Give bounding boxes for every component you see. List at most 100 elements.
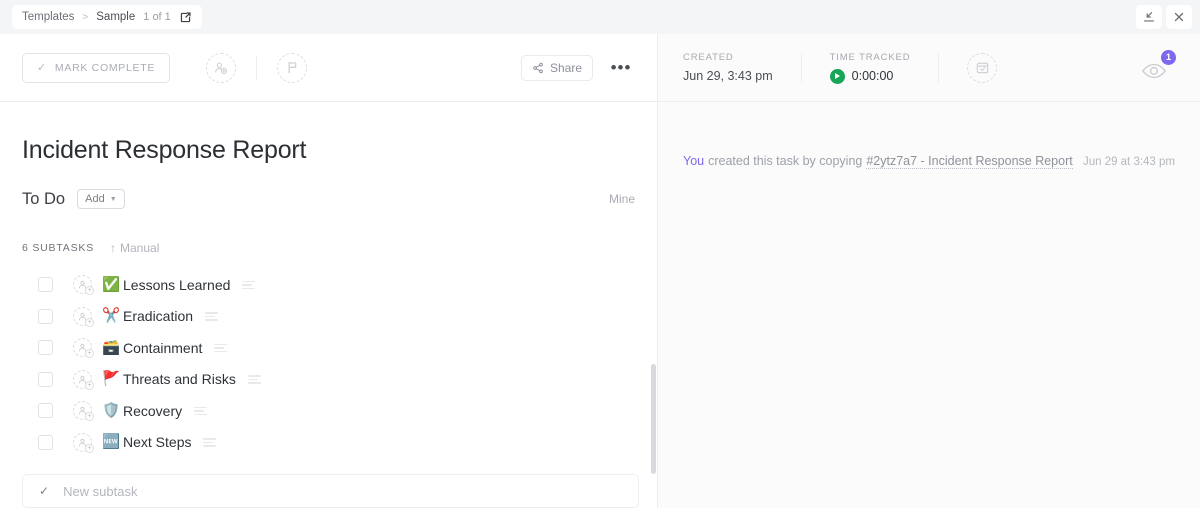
plus-icon: + — [85, 349, 94, 358]
meta-divider — [801, 53, 802, 83]
description-icon[interactable] — [248, 375, 261, 384]
external-link-icon[interactable] — [179, 11, 192, 24]
add-assignee-icon[interactable]: + — [73, 275, 92, 294]
page-title: Incident Response Report — [22, 136, 635, 165]
time-tracked-label: TIME TRACKED — [830, 52, 911, 63]
watchers-button[interactable]: 1 — [1139, 52, 1175, 84]
activity-item: You created this task by copying #2ytz7a… — [683, 154, 1175, 169]
activity-timestamp: Jun 29 at 3:43 pm — [1083, 156, 1175, 168]
task-body: Incident Response Report To Do Add ▼ Min… — [0, 102, 657, 508]
close-icon[interactable] — [1166, 5, 1192, 29]
more-options-icon[interactable]: ••• — [607, 55, 635, 81]
add-assignee-icon[interactable]: + — [73, 401, 92, 420]
chevron-down-icon: ▼ — [110, 196, 117, 203]
calendar-icon[interactable] — [967, 53, 997, 83]
window-controls — [1136, 5, 1194, 29]
task-detail-window: Templates > Sample 1 of 1 — [0, 0, 1200, 508]
subtask-checkbox[interactable] — [38, 435, 53, 450]
task-status[interactable]: To Do — [22, 190, 65, 209]
subtask-checkbox[interactable] — [38, 340, 53, 355]
watchers-badge: 1 — [1161, 50, 1176, 65]
time-tracked-block: TIME TRACKED 0:00:00 — [830, 52, 939, 84]
new-subtask-placeholder: New subtask — [63, 484, 137, 499]
check-icon: ✓ — [39, 484, 49, 498]
plus-icon: + — [85, 381, 94, 390]
breadcrumb-separator: > — [82, 12, 88, 23]
subtask-list: + ✅ Lessons Learned + ✂️ Eradication + 🗃️ Contai… — [22, 269, 635, 458]
plus-icon: + — [85, 444, 94, 453]
subtask-row[interactable]: + 🚩 Threats and Risks — [22, 364, 635, 396]
vertical-scrollbar[interactable] — [651, 364, 656, 474]
add-assignee-icon[interactable] — [206, 53, 236, 83]
subtasks-sort-button[interactable]: ↑ Manual — [110, 241, 159, 255]
share-button[interactable]: Share — [521, 55, 593, 81]
flag-icon[interactable] — [277, 53, 307, 83]
window-topbar: Templates > Sample 1 of 1 — [0, 0, 1200, 34]
add-assignee-icon[interactable]: + — [73, 370, 92, 389]
plus-icon: + — [85, 412, 94, 421]
subtask-row[interactable]: + 🛡️ Recovery — [22, 395, 635, 427]
activity-text: created this task by copying — [708, 154, 862, 168]
add-assignee-icon[interactable]: + — [73, 307, 92, 326]
description-icon[interactable] — [203, 438, 216, 447]
subtask-row[interactable]: + ✅ Lessons Learned — [22, 269, 635, 301]
description-icon[interactable] — [194, 407, 207, 416]
plus-icon: + — [85, 318, 94, 327]
status-row: To Do Add ▼ Mine — [22, 189, 635, 209]
created-block: CREATED Jun 29, 3:43 pm — [683, 52, 801, 83]
breadcrumb[interactable]: Templates > Sample 1 of 1 — [12, 5, 202, 29]
subtask-emoji: ✅ — [102, 278, 118, 293]
mark-complete-button[interactable]: ✓ MARK COMPLETE — [22, 53, 170, 83]
subtask-row[interactable]: + ✂️ Eradication — [22, 301, 635, 333]
subtask-checkbox[interactable] — [38, 309, 53, 324]
toolbar-divider — [256, 56, 257, 80]
created-label: CREATED — [683, 52, 773, 63]
sort-arrow-icon: ↑ — [110, 241, 116, 255]
activity-body: You created this task by copying #2ytz7a… — [658, 102, 1200, 508]
subtask-emoji: 🆕 — [102, 435, 118, 450]
description-icon[interactable] — [205, 312, 218, 321]
subtasks-count: 6 SUBTASKS — [22, 242, 94, 254]
subtask-name[interactable]: Recovery — [123, 403, 182, 419]
activity-actor[interactable]: You — [683, 154, 704, 168]
breadcrumb-root[interactable]: Templates — [22, 11, 74, 23]
meta-divider-2 — [938, 53, 939, 83]
subtask-row[interactable]: + 🗃️ Containment — [22, 332, 635, 364]
subtask-checkbox[interactable] — [38, 277, 53, 292]
subtask-name[interactable]: Next Steps — [123, 434, 191, 450]
subtask-emoji: ✂️ — [102, 309, 118, 324]
main-content: ✓ MARK COMPLETE — [0, 34, 1200, 508]
subtask-name[interactable]: Lessons Learned — [123, 277, 230, 293]
task-toolbar: ✓ MARK COMPLETE — [0, 34, 657, 102]
play-icon[interactable] — [830, 69, 845, 84]
subtasks-header: 6 SUBTASKS ↑ Manual — [22, 241, 635, 255]
add-assignee-icon[interactable]: + — [73, 433, 92, 452]
subtask-row[interactable]: + 🆕 Next Steps — [22, 427, 635, 459]
check-icon: ✓ — [37, 61, 47, 74]
new-subtask-input[interactable]: ✓ New subtask — [22, 474, 639, 508]
activity-link[interactable]: #2ytz7a7 - Incident Response Report — [866, 154, 1072, 169]
collapse-icon[interactable] — [1136, 5, 1162, 29]
add-button[interactable]: Add ▼ — [77, 189, 125, 209]
activity-toolbar: CREATED Jun 29, 3:43 pm TIME TRACKED 0:0… — [658, 34, 1200, 102]
subtask-checkbox[interactable] — [38, 403, 53, 418]
subtask-checkbox[interactable] — [38, 372, 53, 387]
activity-pane: CREATED Jun 29, 3:43 pm TIME TRACKED 0:0… — [658, 34, 1200, 508]
breadcrumb-count: 1 of 1 — [143, 11, 171, 23]
subtask-name[interactable]: Containment — [123, 340, 202, 356]
subtask-emoji: 🚩 — [102, 372, 118, 387]
subtask-name[interactable]: Threats and Risks — [123, 371, 236, 387]
task-pane: ✓ MARK COMPLETE — [0, 34, 658, 508]
time-tracked-value: 0:00:00 — [852, 69, 894, 83]
mine-filter[interactable]: Mine — [609, 192, 635, 206]
subtask-name[interactable]: Eradication — [123, 308, 193, 324]
add-assignee-icon[interactable]: + — [73, 338, 92, 357]
mark-complete-label: MARK COMPLETE — [55, 62, 155, 74]
description-icon[interactable] — [214, 344, 227, 353]
sort-label: Manual — [120, 241, 159, 255]
breadcrumb-current[interactable]: Sample — [96, 11, 135, 23]
add-button-label: Add — [85, 193, 105, 205]
subtask-emoji: 🛡️ — [102, 404, 118, 419]
description-icon[interactable] — [242, 281, 255, 290]
subtask-emoji: 🗃️ — [102, 341, 118, 356]
